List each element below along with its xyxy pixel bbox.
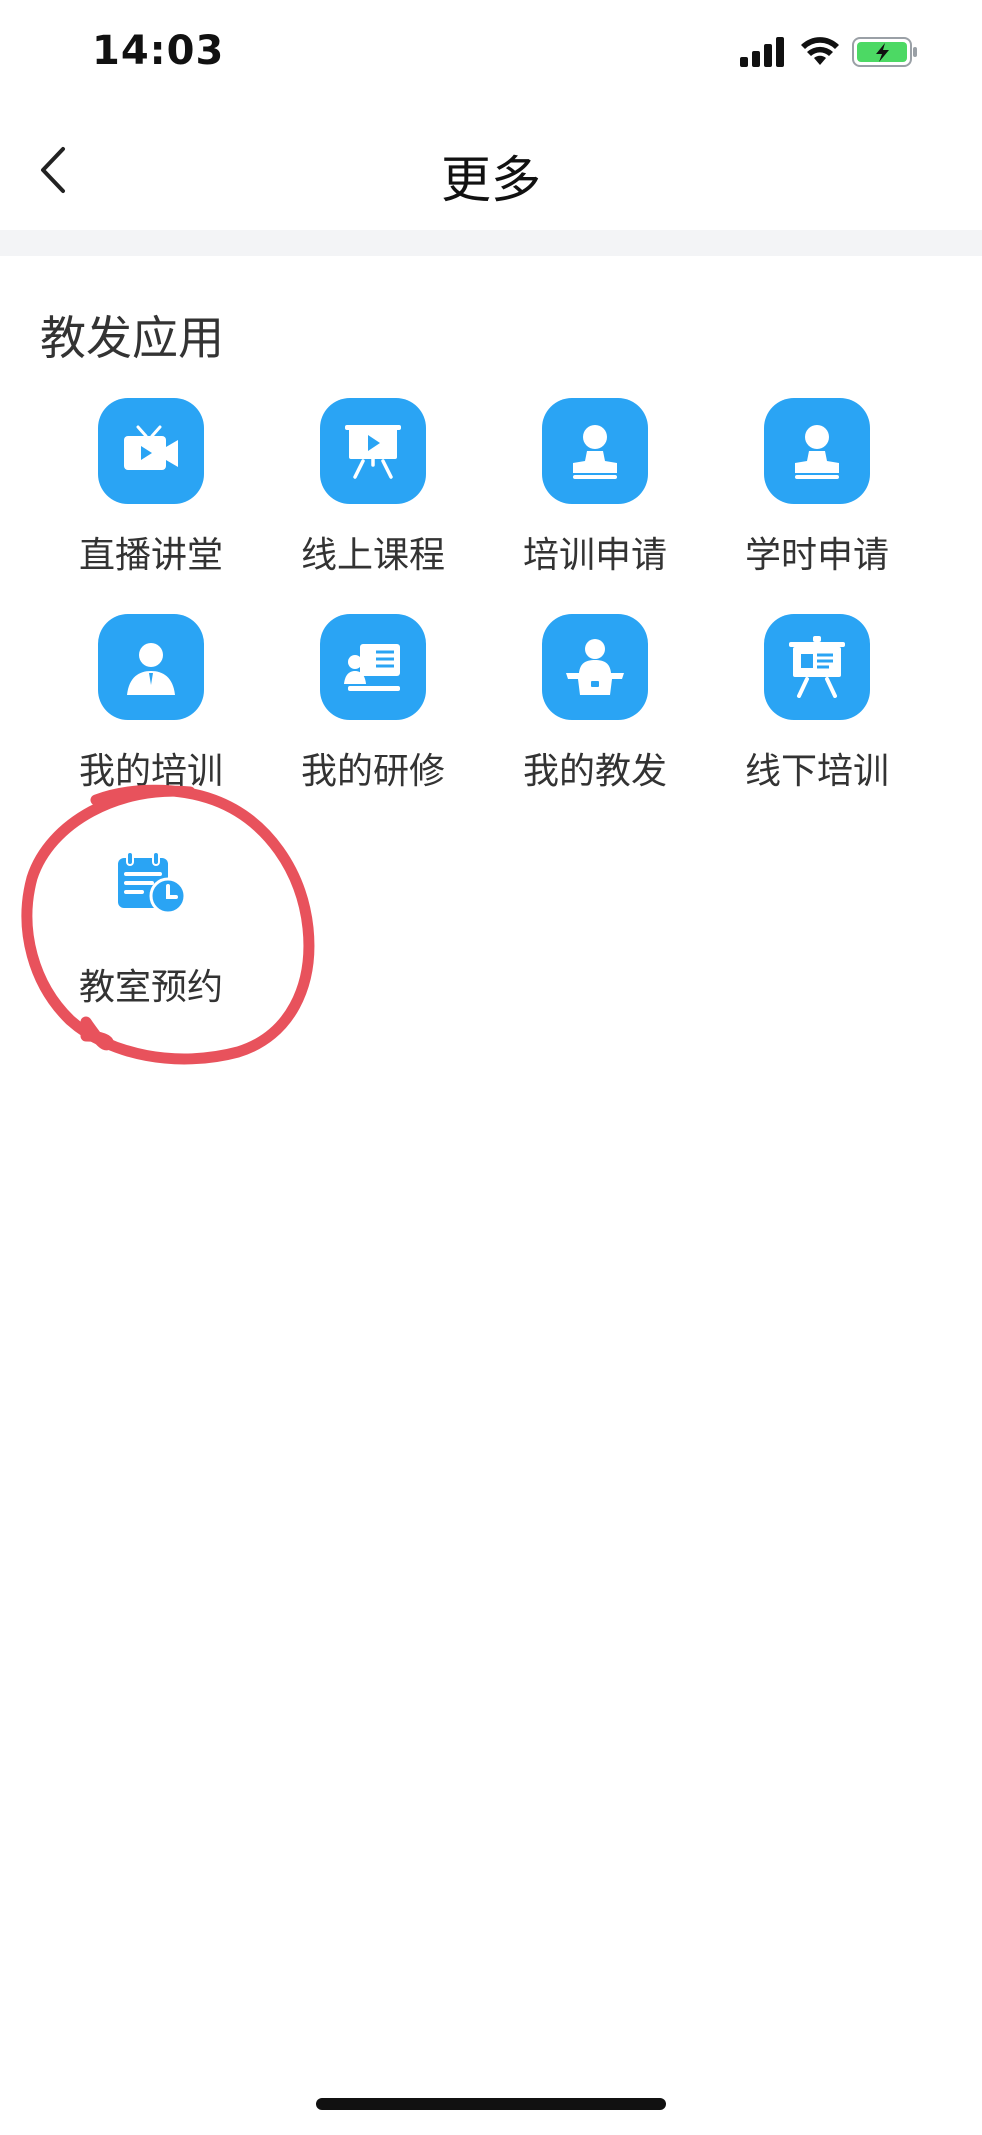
user-stamp-icon <box>795 425 839 479</box>
app-item-my-teaching-development[interactable]: 我的教发 <box>484 614 706 804</box>
section-title: 教发应用 <box>40 311 224 365</box>
app-item-credit-hours-application[interactable]: 学时申请 <box>706 398 928 588</box>
person-icon <box>127 643 175 695</box>
section-divider <box>0 230 982 256</box>
app-icon-tile <box>98 614 204 720</box>
app-item-live-lecture[interactable]: 直播讲堂 <box>40 398 262 588</box>
app-label: 学时申请 <box>744 535 889 576</box>
status-bar: 14:03 <box>0 0 982 110</box>
battery-charging-icon <box>852 37 917 67</box>
easel-board-icon <box>789 636 845 698</box>
nav-bar: 更多 <box>0 110 982 230</box>
lecture-board-icon <box>344 644 400 691</box>
presentation-play-icon <box>345 425 401 479</box>
wifi-icon <box>801 37 839 65</box>
speaker-podium-icon <box>566 639 624 695</box>
status-time: 14:03 <box>92 28 225 74</box>
app-icon-tile <box>98 830 204 936</box>
app-item-offline-training[interactable]: 线下培训 <box>706 614 928 804</box>
app-item-my-training[interactable]: 我的培训 <box>40 614 262 804</box>
app-item-my-study[interactable]: 我的研修 <box>262 614 484 804</box>
app-item-classroom-booking[interactable]: 教室预约 <box>40 830 262 1020</box>
app-label: 我的培训 <box>78 751 223 792</box>
app-icon-tile <box>98 398 204 504</box>
home-indicator[interactable] <box>316 2098 666 2110</box>
page-title: 更多 <box>441 151 541 209</box>
calendar-clock-icon <box>118 851 187 915</box>
app-icon-tile <box>542 398 648 504</box>
app-item-training-application[interactable]: 培训申请 <box>484 398 706 588</box>
app-icon-tile <box>764 398 870 504</box>
app-label: 我的研修 <box>300 751 445 792</box>
app-icon-tile <box>320 614 426 720</box>
app-label: 线下培训 <box>744 751 889 792</box>
app-label: 教室预约 <box>78 967 223 1008</box>
app-icon-tile <box>542 614 648 720</box>
app-label: 培训申请 <box>522 535 667 576</box>
user-stamp-icon <box>573 425 617 479</box>
app-item-online-course[interactable]: 线上课程 <box>262 398 484 588</box>
signal-icon <box>740 37 784 67</box>
live-tv-icon <box>124 425 178 470</box>
app-label: 线上课程 <box>300 535 445 576</box>
app-label: 我的教发 <box>522 751 667 792</box>
app-icon-tile <box>764 614 870 720</box>
app-label: 直播讲堂 <box>78 535 223 576</box>
status-icons <box>740 36 918 68</box>
app-icon-tile <box>320 398 426 504</box>
